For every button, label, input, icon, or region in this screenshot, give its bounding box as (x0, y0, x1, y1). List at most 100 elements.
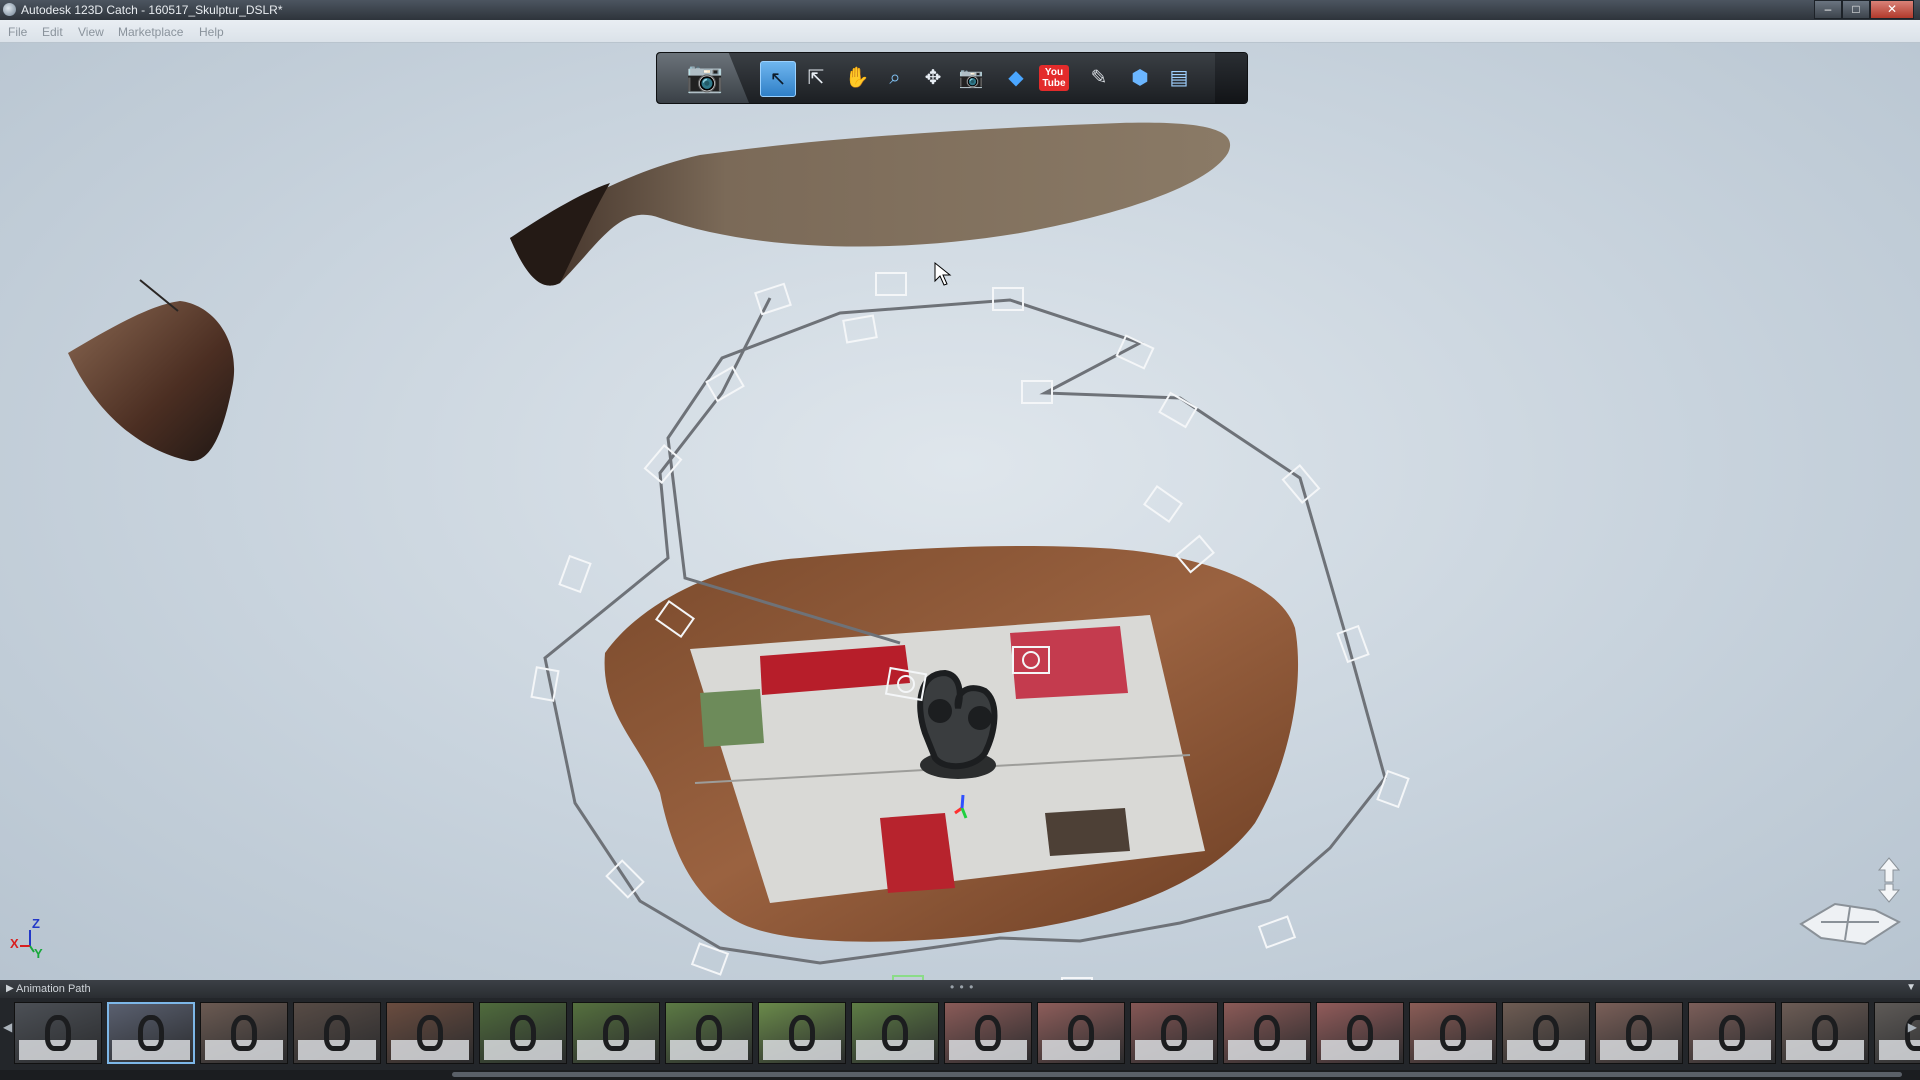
scene-render (68, 122, 1410, 980)
menu-help[interactable]: Help (199, 25, 224, 39)
menu-bar: File Edit View Marketplace Help (0, 20, 1920, 43)
photo-thumbnail[interactable] (293, 1002, 381, 1064)
photo-thumbnail[interactable] (758, 1002, 846, 1064)
mouse-cursor (934, 261, 952, 286)
mesh-fragment-left (68, 301, 235, 462)
app-icon (3, 3, 16, 16)
animation-panel-header[interactable]: ▶ Animation Path • • • ▼ (0, 980, 1920, 999)
thumbnail-sculpture (1161, 1015, 1187, 1051)
filmstrip: ◀ ▶ (0, 998, 1920, 1070)
photo-thumbnail[interactable] (479, 1002, 567, 1064)
thumbnail-sculpture (417, 1015, 443, 1051)
photo-thumbnail[interactable] (200, 1002, 288, 1064)
thumbnail-sculpture (882, 1015, 908, 1051)
title-bar: Autodesk 123D Catch - 160517_Skulptur_DS… (0, 0, 1920, 20)
thumbnail-sculpture (1254, 1015, 1280, 1051)
main-toolbar: 📷 ↖ ⇱ ✋ ⌕ ✥ 📷 ◆ You Tube ✎ ⬢ ▤ (656, 52, 1248, 104)
thumbnail-sculpture (1626, 1015, 1652, 1051)
navigation-arrows-icon (1799, 857, 1902, 946)
ruler-icon: ◆ (1008, 67, 1024, 89)
hand-icon: ✋ (844, 67, 870, 89)
photo-thumbnail[interactable] (1502, 1002, 1590, 1064)
animation-path-label: Animation Path (16, 983, 91, 995)
menu-marketplace[interactable]: Marketplace (118, 25, 183, 39)
thumbnail-list (14, 1002, 1920, 1064)
photo-thumbnail[interactable] (386, 1002, 474, 1064)
panel-dropdown-icon[interactable]: ▼ (1906, 982, 1916, 993)
export-icon: ▤ (1169, 67, 1189, 89)
export-button[interactable]: ▤ (1162, 61, 1196, 95)
thumbnail-sculpture (1440, 1015, 1466, 1051)
menu-view[interactable]: View (78, 25, 104, 39)
thumbnail-sculpture (696, 1015, 722, 1051)
3d-viewport[interactable] (0, 43, 1920, 980)
photo-thumbnail[interactable] (1223, 1002, 1311, 1064)
zoom-window-button[interactable]: ⌕ (878, 61, 912, 95)
window-controls: – □ ✕ (1814, 0, 1914, 19)
camera-view-button[interactable]: 📷 (954, 61, 988, 95)
panel-resize-grip[interactable]: • • • (950, 980, 974, 994)
youtube-export-button[interactable]: You Tube (1037, 61, 1071, 95)
photo-thumbnail[interactable] (1781, 1002, 1869, 1064)
thumbnail-sculpture (1812, 1015, 1838, 1051)
select-arrow-icon: ↖ (769, 68, 787, 90)
minimize-button[interactable]: – (1814, 0, 1842, 19)
thumbnail-sculpture (1347, 1015, 1373, 1051)
photo-thumbnail[interactable] (14, 1002, 102, 1064)
menu-file[interactable]: File (8, 25, 27, 39)
thumbnail-sculpture (975, 1015, 1001, 1051)
pen-icon: ✎ (1090, 67, 1108, 89)
sculpture-model (917, 669, 998, 779)
navigation-widget[interactable] (1795, 852, 1905, 952)
filmstrip-right-arrow-icon[interactable]: ▶ (1908, 1020, 1917, 1034)
thumbnail-sculpture (231, 1015, 257, 1051)
zoom-icon: ⌕ (889, 67, 901, 89)
mesh-fragment-upper (510, 122, 1231, 286)
photo-thumbnail[interactable] (1595, 1002, 1683, 1064)
camera-lock-icon: 📷 (958, 67, 984, 89)
marker-pen-button[interactable]: ✎ (1082, 61, 1116, 95)
scrollbar-thumb[interactable] (452, 1072, 1902, 1077)
close-button[interactable]: ✕ (1870, 0, 1914, 19)
reference-scale-button[interactable]: ◆ (999, 61, 1033, 95)
thumbnail-sculpture (510, 1015, 536, 1051)
camera-icon: 📷 (686, 61, 724, 94)
axis-lines (20, 930, 35, 953)
photo-thumbnail[interactable] (1688, 1002, 1776, 1064)
maximize-button[interactable]: □ (1842, 0, 1870, 19)
capture-menu-button[interactable]: 📷 (657, 53, 749, 103)
thumbnail-sculpture (138, 1015, 164, 1051)
thumbnail-sculpture (1533, 1015, 1559, 1051)
filmstrip-scrollbar[interactable] (0, 1070, 1920, 1080)
photo-thumbnail[interactable] (1130, 1002, 1218, 1064)
youtube-icon: You Tube (1039, 65, 1069, 91)
menu-edit[interactable]: Edit (42, 25, 63, 39)
photo-thumbnail[interactable] (944, 1002, 1032, 1064)
photo-thumbnail[interactable] (572, 1002, 660, 1064)
animation-panel: ▶ Animation Path • • • ▼ ◀ ▶ (0, 980, 1920, 1080)
thumbnail-sculpture (45, 1015, 71, 1051)
photo-thumbnail[interactable] (1037, 1002, 1125, 1064)
mesh-cube-icon: ⬢ (1131, 67, 1149, 89)
filmstrip-left-arrow-icon[interactable]: ◀ (3, 1020, 12, 1034)
lasso-select-button[interactable]: ⇱ (799, 61, 833, 95)
photo-thumbnail[interactable] (1409, 1002, 1497, 1064)
expand-caret-icon[interactable]: ▶ (6, 983, 14, 994)
photo-thumbnail[interactable] (1316, 1002, 1404, 1064)
axis-indicator: Z X Y (8, 916, 52, 962)
orbit-icon: ✥ (924, 67, 942, 89)
thumbnail-sculpture (789, 1015, 815, 1051)
thumbnail-sculpture (1719, 1015, 1745, 1051)
lasso-select-icon: ⇱ (807, 67, 825, 89)
mesh-quality-button[interactable]: ⬢ (1123, 61, 1157, 95)
select-tool-button[interactable]: ↖ (760, 61, 796, 97)
photo-thumbnail[interactable] (107, 1002, 195, 1064)
thumbnail-sculpture (324, 1015, 350, 1051)
photo-thumbnail[interactable] (665, 1002, 753, 1064)
pan-button[interactable]: ✋ (840, 61, 874, 95)
toolbar-end-cap (1215, 53, 1247, 103)
thumbnail-sculpture (1068, 1015, 1094, 1051)
photo-thumbnail[interactable] (851, 1002, 939, 1064)
orbit-button[interactable]: ✥ (916, 61, 950, 95)
window-title: Autodesk 123D Catch - 160517_Skulptur_DS… (21, 3, 283, 17)
